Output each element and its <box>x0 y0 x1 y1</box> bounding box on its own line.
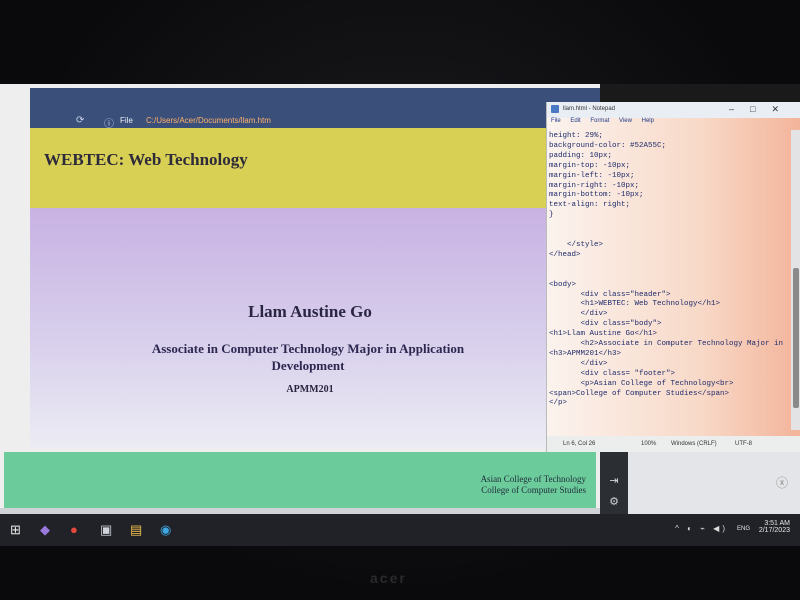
visual-studio-icon[interactable]: ◆ <box>40 522 50 538</box>
maximize-icon[interactable]: □ <box>750 104 771 114</box>
page-footer: Asian College of Technology College of C… <box>4 452 596 508</box>
scrollbar-thumb[interactable] <box>793 268 799 408</box>
file-label: File <box>120 116 133 125</box>
minimize-icon[interactable]: – <box>729 104 750 114</box>
footer-department: College of Computer Studies <box>481 485 586 495</box>
menu-format[interactable]: Format <box>590 118 609 124</box>
menu-view[interactable]: View <box>619 118 632 124</box>
edge-icon[interactable]: ◉ <box>160 522 171 538</box>
language-indicator[interactable]: ENG <box>737 526 750 532</box>
browser-toolbar: ⟳ ⓘ File C:/Users/Acer/Documents/llam.ht… <box>30 88 600 130</box>
encoding: UTF-8 <box>735 441 752 447</box>
screen: ⟳ ⓘ File C:/Users/Acer/Documents/llam.ht… <box>0 84 800 546</box>
address-bar[interactable]: C:/Users/Acer/Documents/llam.htm <box>146 116 271 125</box>
browser-sidebar: ⇥ ⚙ <box>600 448 628 518</box>
notepad-title: llam.html - Notepad <box>563 106 616 112</box>
student-name: Llam Austine Go <box>248 302 372 321</box>
menu-edit[interactable]: Edit <box>570 118 580 124</box>
notepad-app-icon <box>551 105 559 113</box>
close-icon[interactable]: ✕ <box>771 104 795 114</box>
page-header: WEBTEC: Web Technology <box>30 128 600 208</box>
notepad-window: llam.html - Notepad –□✕ File Edit Format… <box>546 102 800 452</box>
course-code: APMM201 <box>286 384 334 395</box>
chrome-icon[interactable]: ● <box>70 522 78 537</box>
notepad-statusbar: Ln 6, Col 26 100% Windows (CRLF) UTF-8 <box>547 436 800 452</box>
empty-area: ⓧ <box>628 448 800 518</box>
vertical-scrollbar[interactable] <box>791 130 800 430</box>
close-circle-icon[interactable]: ⓧ <box>776 474 788 491</box>
file-explorer-icon[interactable]: ▤ <box>130 522 142 538</box>
program-heading: Associate in Computer Technology Major i… <box>151 341 465 373</box>
settings-gear-icon[interactable]: ⚙ <box>600 495 628 508</box>
refresh-icon[interactable]: ⟳ <box>76 115 84 126</box>
monitor-brand-logo: acer <box>370 570 407 586</box>
clock-time: 3:51 AM <box>764 520 790 527</box>
app-icon[interactable]: ▣ <box>100 522 112 538</box>
system-tray-icons[interactable]: ^ ◐ ⌁ ◀) <box>675 524 728 533</box>
clock[interactable]: 3:51 AM 2/17/2023 <box>759 520 790 534</box>
notepad-menubar: File Edit Format View Help <box>547 118 800 130</box>
browser-window: ⟳ ⓘ File C:/Users/Acer/Documents/llam.ht… <box>0 84 600 514</box>
footer-college: Asian College of Technology <box>480 474 586 484</box>
notepad-titlebar: llam.html - Notepad –□✕ <box>547 102 800 118</box>
window-controls: –□✕ <box>729 104 795 115</box>
notepad-editor[interactable]: height: 29%; background-color: #52A55C; … <box>549 132 789 432</box>
zoom-level: 100% <box>641 441 657 447</box>
clock-date: 2/17/2023 <box>758 527 790 534</box>
menu-help[interactable]: Help <box>642 118 654 124</box>
page-body: Llam Austine Go Associate in Computer Te… <box>30 208 600 448</box>
footer-text: Asian College of Technology College of C… <box>481 474 586 496</box>
start-icon[interactable]: ⊞ <box>10 522 21 538</box>
line-ending: Windows (CRLF) <box>671 441 717 447</box>
taskbar: ⊞ ◆ ● ▣ ▤ ◉ ^ ◐ ⌁ ◀) ENG 3:51 AM 2/17/20… <box>0 514 800 546</box>
menu-file[interactable]: File <box>551 118 561 124</box>
page-title: WEBTEC: Web Technology <box>44 150 248 169</box>
panel-expand-icon[interactable]: ⇥ <box>600 474 628 487</box>
cursor-position: Ln 6, Col 26 <box>563 441 596 447</box>
